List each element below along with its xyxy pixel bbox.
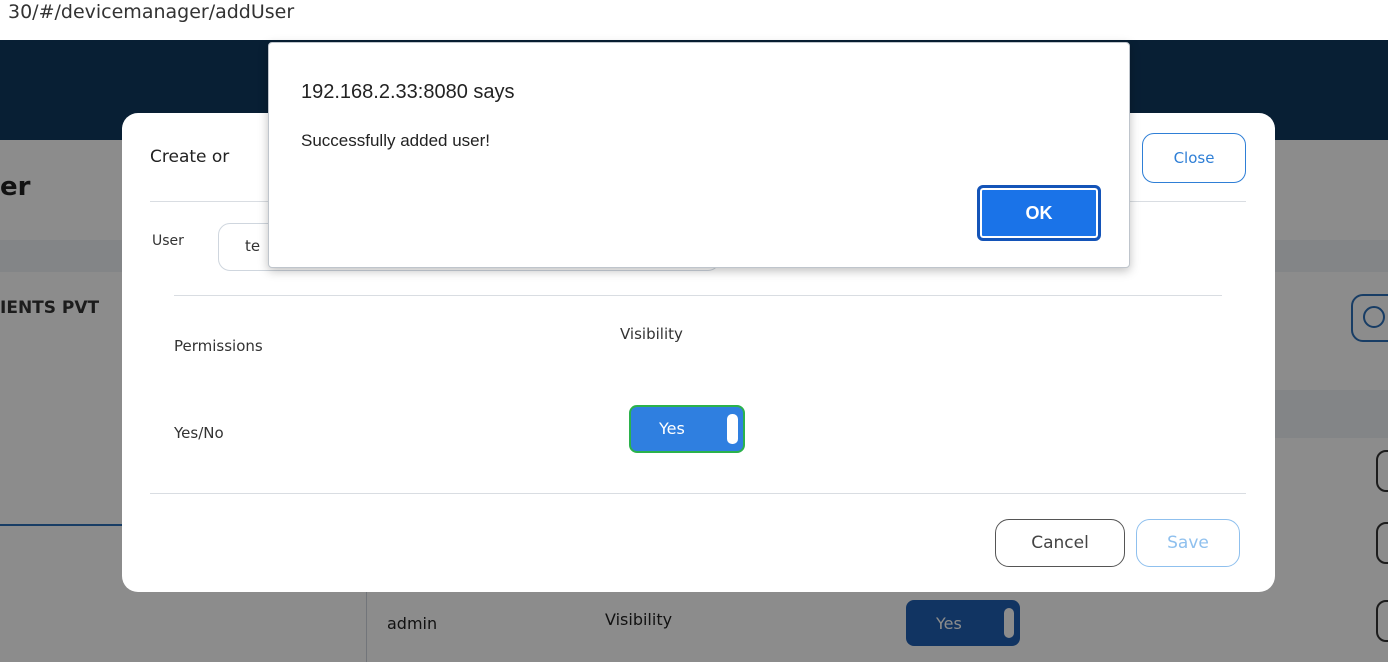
modal-divider-bottom [150,493,1246,494]
url-text: 30/#/devicemanager/addUser [8,1,295,23]
toggle-label: Yes [659,419,685,438]
user-label: User [152,233,184,249]
permissions-header: Permissions [174,337,263,355]
user-input-value: te [245,237,261,255]
alert-dialog: 192.168.2.33:8080 says Successfully adde… [268,42,1130,268]
address-bar[interactable]: 30/#/devicemanager/addUser [0,0,1388,40]
alert-title: 192.168.2.33:8080 says [301,81,515,103]
visibility-header: Visibility [620,325,683,343]
toggle-knob [727,414,738,444]
close-button[interactable]: Close [1142,133,1246,183]
save-button[interactable]: Save [1136,519,1240,567]
modal-divider-mid [174,295,1222,296]
yesno-label: Yes/No [174,424,224,442]
modal-title: Create or [150,147,230,167]
ok-button[interactable]: OK [977,185,1101,241]
cancel-button[interactable]: Cancel [995,519,1125,567]
visibility-toggle[interactable]: Yes [629,405,745,453]
alert-message: Successfully added user! [301,131,490,150]
